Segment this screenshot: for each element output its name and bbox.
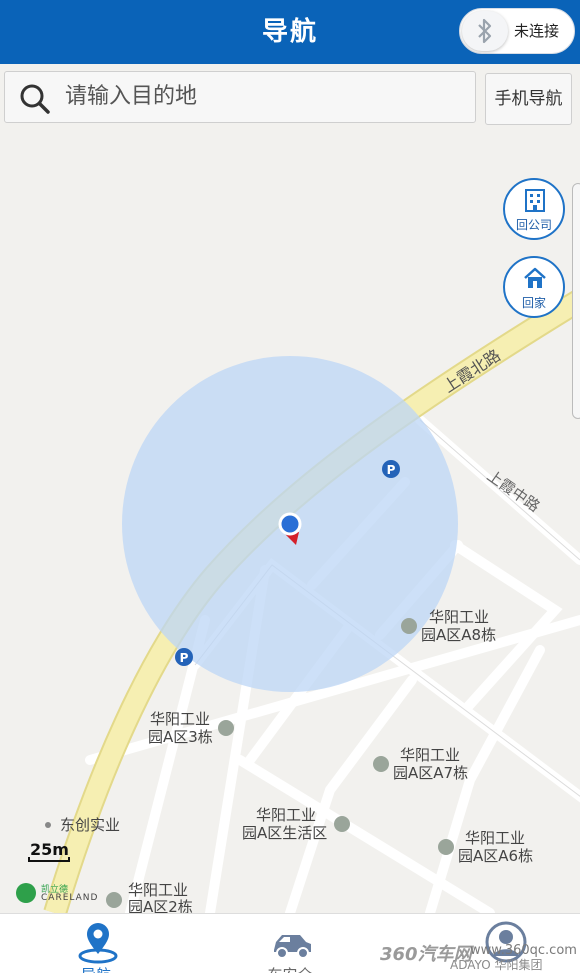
- parking-symbol: P: [180, 651, 189, 665]
- parking-marker[interactable]: P: [382, 460, 400, 478]
- poi-a7[interactable]: 华阳工业 园A区A7栋: [373, 746, 468, 782]
- go-home-button[interactable]: 回家: [503, 256, 565, 318]
- poi-label: 园A区2栋: [128, 898, 193, 913]
- app-header: 导航 未连接: [0, 0, 580, 64]
- poi-label: 园A区生活区: [242, 824, 327, 842]
- poi-label: 华阳工业: [465, 829, 525, 847]
- poi-dongchuang[interactable]: 东创实业: [45, 816, 120, 834]
- tab-navigation-label: 导航: [36, 964, 156, 973]
- home-label: 回家: [521, 296, 546, 310]
- poi-label: 华阳工业: [256, 806, 316, 824]
- parking-symbol: P: [387, 463, 396, 477]
- building-icon: [525, 189, 545, 212]
- poi-label: 园A区A6栋: [458, 847, 533, 865]
- go-to-company-button[interactable]: 回公司: [503, 178, 565, 240]
- watermark-sub: ADAYO 华阳集团: [450, 958, 543, 972]
- home-icon: [524, 267, 546, 288]
- map-view[interactable]: 上霞北路 上霞中路 P P 华阳工业 园A区A8栋 华阳工业 园A区3栋 华阳工…: [0, 128, 580, 913]
- side-panel-handle[interactable]: [572, 183, 580, 419]
- poi-label: 华阳工业: [128, 881, 188, 899]
- company-label: 回公司: [515, 218, 552, 232]
- scale-bar: [28, 857, 70, 862]
- search-input[interactable]: 请输入目的地: [4, 71, 476, 123]
- poi-label: 东创实业: [60, 816, 120, 834]
- bluetooth-toggle[interactable]: 未连接: [459, 8, 575, 54]
- poi-label: 华阳工业: [429, 608, 489, 626]
- logo-text-en: CARELAND: [41, 893, 99, 903]
- bluetooth-status: 未连接: [514, 22, 560, 40]
- poi-3[interactable]: 华阳工业 园A区3栋: [148, 710, 234, 746]
- tab-car-safety-label: 车安全: [230, 964, 350, 973]
- search-icon: [20, 84, 50, 114]
- phone-navigation-button[interactable]: 手机导航: [485, 73, 572, 125]
- poi-label: 华阳工业: [150, 710, 210, 728]
- tab-car-safety[interactable]: 车安全: [230, 914, 350, 973]
- careland-logo: 凯立德 CARELAND: [16, 883, 99, 905]
- map-scale: 25m: [28, 840, 72, 862]
- parking-marker[interactable]: P: [175, 648, 193, 666]
- bluetooth-icon: [478, 18, 492, 44]
- watermark: 360汽车网 www.360qc.com ADAYO 华阳集团: [380, 940, 580, 972]
- car-icon: [274, 935, 311, 959]
- poi-label: 园A区A7栋: [393, 764, 468, 782]
- poi-label: 园A区3栋: [148, 728, 213, 746]
- search-placeholder: 请输入目的地: [65, 84, 198, 109]
- poi-2[interactable]: 华阳工业 园A区2栋: [106, 881, 193, 913]
- poi-label: 华阳工业: [400, 746, 460, 764]
- poi-label: 园A区A8栋: [421, 626, 496, 644]
- bluetooth-toggle-knob[interactable]: [462, 11, 508, 51]
- tab-navigation[interactable]: 导航: [36, 914, 156, 973]
- careland-logo-icon: [16, 883, 36, 903]
- poi-living-area[interactable]: 华阳工业 园A区生活区: [242, 806, 350, 842]
- map-canvas[interactable]: 上霞北路 上霞中路 P P 华阳工业 园A区A8栋 华阳工业 园A区3栋 华阳工…: [0, 128, 580, 913]
- nav-pin-icon: [78, 923, 118, 964]
